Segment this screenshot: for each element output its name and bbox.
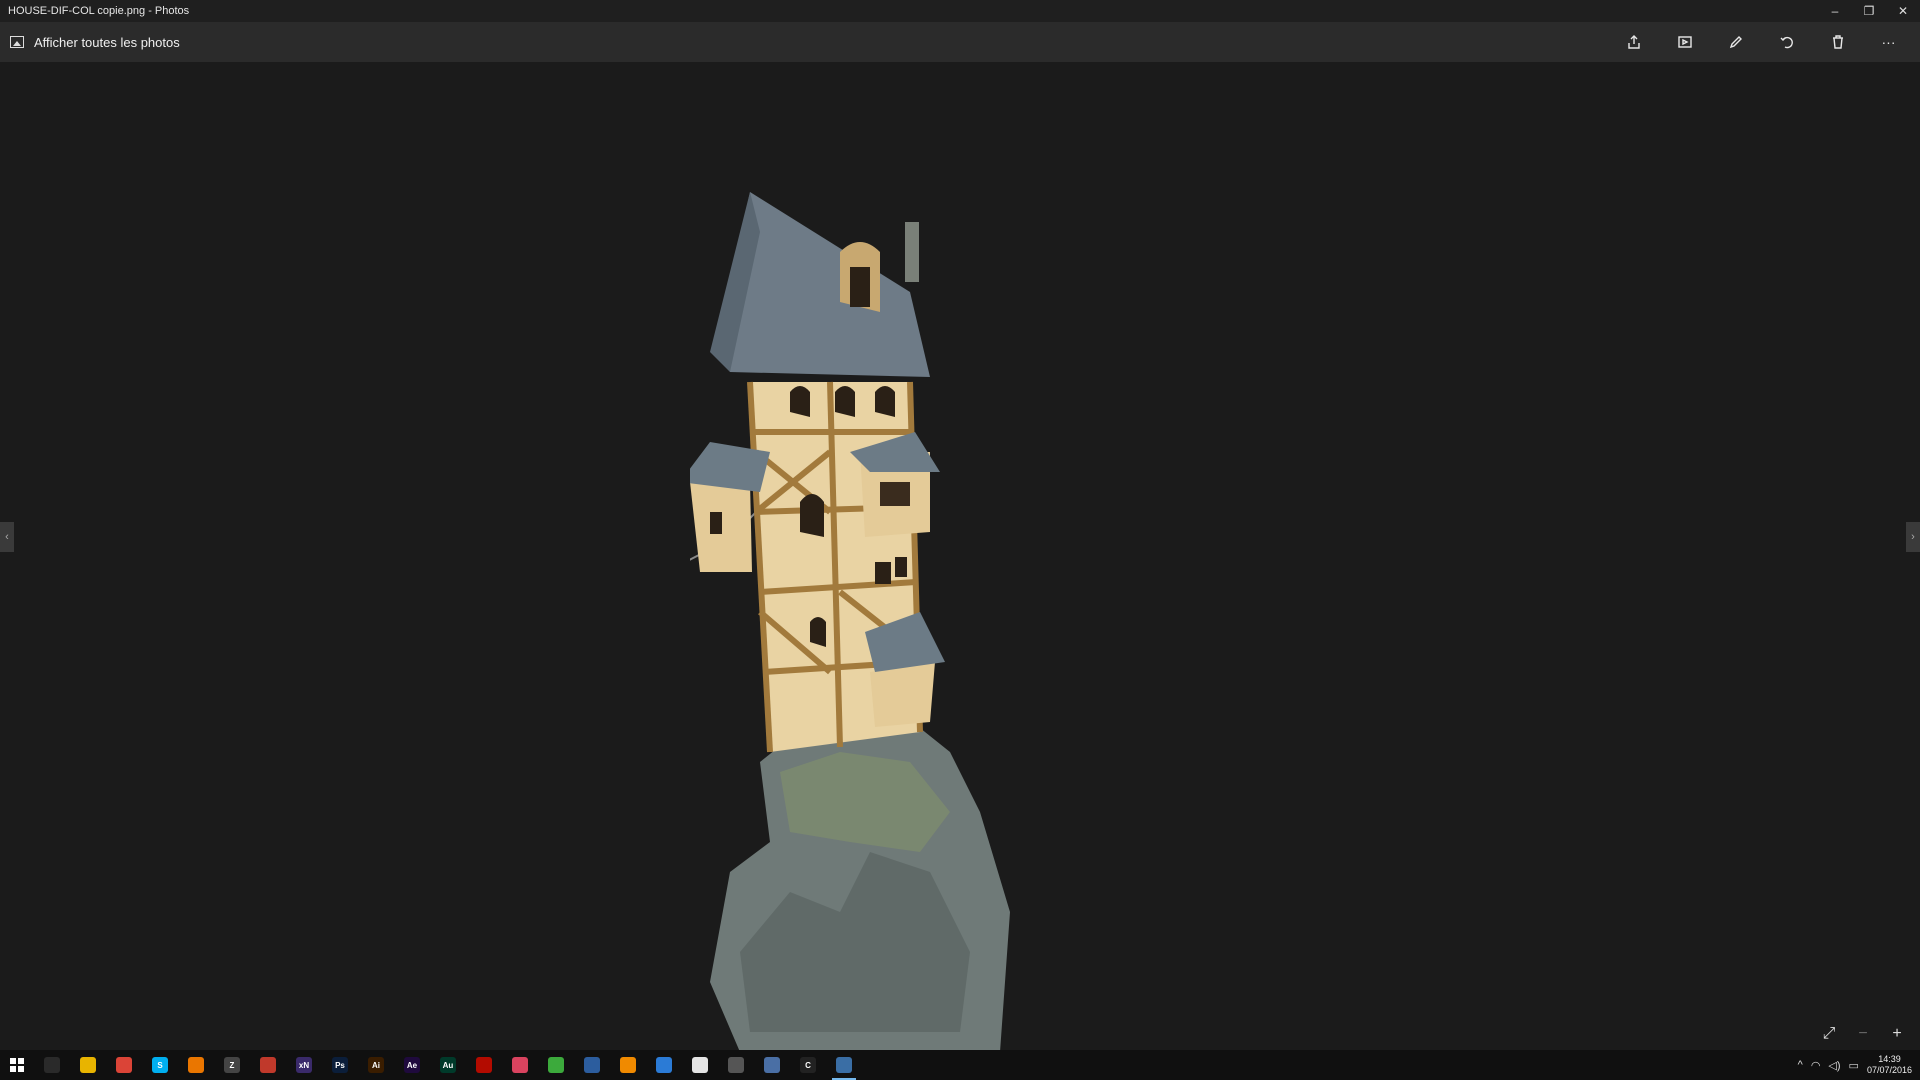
fit-to-window-button[interactable]: ⤢ <box>1816 1024 1842 1044</box>
clock-date: 07/07/2016 <box>1866 1065 1912 1075</box>
share-button[interactable] <box>1608 22 1659 62</box>
taskbar-app-xnview[interactable]: xN <box>286 1050 322 1080</box>
taskbar-app-blender[interactable] <box>178 1050 214 1080</box>
system-tray: ^ ◠ ◁) ▭ 14:39 07/07/2016 <box>1798 1050 1920 1080</box>
start-button[interactable] <box>0 1050 34 1080</box>
taskbar-app-photos[interactable] <box>826 1050 862 1080</box>
delete-button[interactable] <box>1812 22 1863 62</box>
task-view-icon <box>44 1057 60 1073</box>
audition-icon: Au <box>440 1057 456 1073</box>
minimize-button[interactable]: – <box>1818 0 1852 22</box>
taskbar-app-app-red[interactable] <box>250 1050 286 1080</box>
app-globe-icon <box>656 1057 672 1073</box>
taskbar-app-app-circle[interactable] <box>718 1050 754 1080</box>
slideshow-icon <box>1677 36 1692 48</box>
chevron-up-icon[interactable]: ^ <box>1798 1059 1803 1071</box>
illustrator-icon: Ai <box>368 1057 384 1073</box>
title-bar: HOUSE-DIF-COL copie.png - Photos – ❐ ✕ <box>0 0 1920 22</box>
notification-icon[interactable]: ▭ <box>1849 1059 1859 1072</box>
taskbar-app-itunes[interactable] <box>682 1050 718 1080</box>
vlc-icon <box>620 1057 636 1073</box>
show-all-photos-button[interactable]: Afficher toutes les photos <box>0 22 1608 62</box>
taskbar-app-app-c[interactable]: C <box>790 1050 826 1080</box>
slideshow-button[interactable] <box>1659 22 1710 62</box>
taskbar-app-illustrator[interactable]: Ai <box>358 1050 394 1080</box>
taskbar-app-photoshop[interactable]: Ps <box>322 1050 358 1080</box>
taskbar-app-app-blue[interactable] <box>574 1050 610 1080</box>
app-red-icon <box>260 1057 276 1073</box>
taskbar-app-after-effects[interactable]: Ae <box>394 1050 430 1080</box>
edit-button[interactable] <box>1710 22 1761 62</box>
windows-icon <box>10 1058 24 1072</box>
taskbar-app-audition[interactable]: Au <box>430 1050 466 1080</box>
itunes-icon <box>692 1057 708 1073</box>
close-button[interactable]: ✕ <box>1886 0 1920 22</box>
delete-icon <box>1832 35 1843 49</box>
taskbar-app-task-view[interactable] <box>34 1050 70 1080</box>
app-bar: Afficher toutes les photos ··· <box>0 22 1920 62</box>
clock[interactable]: 14:39 07/07/2016 <box>1867 1054 1912 1076</box>
house-render-image <box>690 192 1010 1050</box>
network-icon[interactable]: ◠ <box>1811 1059 1821 1072</box>
share-icon <box>1627 35 1640 49</box>
xnview-icon: xN <box>296 1057 312 1073</box>
rotate-button[interactable] <box>1761 22 1812 62</box>
app-blue-icon <box>584 1057 600 1073</box>
photos-icon <box>836 1057 852 1073</box>
more-options-button[interactable]: ··· <box>1863 22 1914 62</box>
taskbar-app-chrome[interactable] <box>106 1050 142 1080</box>
taskbar-apps: S ZxN Ps Ai Ae Au C <box>34 1050 862 1080</box>
camtasia-icon <box>548 1057 564 1073</box>
taskbar: S ZxN Ps Ai Ae Au C ^ ◠ ◁) ▭ 14:39 07/07/2016 <box>0 1050 1920 1080</box>
restore-button[interactable]: ❐ <box>1852 0 1886 22</box>
taskbar-app-acrobat[interactable] <box>466 1050 502 1080</box>
taskbar-app-skype[interactable]: S <box>142 1050 178 1080</box>
photoshop-icon: Ps <box>332 1057 348 1073</box>
taskbar-app-zbrush[interactable]: Z <box>214 1050 250 1080</box>
window-title: HOUSE-DIF-COL copie.png - Photos <box>8 5 190 17</box>
after-effects-icon: Ae <box>404 1057 420 1073</box>
taskbar-app-app-window[interactable] <box>754 1050 790 1080</box>
chrome-icon <box>116 1057 132 1073</box>
photo-toolbar: ··· <box>1608 22 1920 62</box>
app-window-icon <box>764 1057 780 1073</box>
show-all-photos-label: Afficher toutes les photos <box>34 34 180 50</box>
edit-icon <box>1729 36 1742 49</box>
zoom-out-button[interactable]: − <box>1850 1024 1876 1044</box>
more-icon: ··· <box>1881 34 1896 50</box>
taskbar-app-app-globe[interactable] <box>646 1050 682 1080</box>
photo-viewer: ‹ › ⤢ − + <box>0 62 1920 1050</box>
zoom-in-button[interactable]: + <box>1884 1024 1910 1044</box>
taskbar-app-app-pink[interactable] <box>502 1050 538 1080</box>
next-photo-button[interactable]: › <box>1906 522 1920 552</box>
photo-icon <box>10 36 24 48</box>
taskbar-app-camtasia[interactable] <box>538 1050 574 1080</box>
clock-time: 14:39 <box>1878 1054 1901 1064</box>
taskbar-app-file-explorer[interactable] <box>70 1050 106 1080</box>
window-controls: – ❐ ✕ <box>1818 0 1920 22</box>
rotate-icon <box>1780 36 1793 49</box>
app-circle-icon <box>728 1057 744 1073</box>
zoom-controls: ⤢ − + <box>1816 1024 1910 1044</box>
acrobat-icon <box>476 1057 492 1073</box>
taskbar-app-vlc[interactable] <box>610 1050 646 1080</box>
blender-icon <box>188 1057 204 1073</box>
previous-photo-button[interactable]: ‹ <box>0 522 14 552</box>
file-explorer-icon <box>80 1057 96 1073</box>
app-c-icon: C <box>800 1057 816 1073</box>
skype-icon: S <box>152 1057 168 1073</box>
volume-icon[interactable]: ◁) <box>1828 1059 1840 1072</box>
zbrush-icon: Z <box>224 1057 240 1073</box>
app-pink-icon <box>512 1057 528 1073</box>
